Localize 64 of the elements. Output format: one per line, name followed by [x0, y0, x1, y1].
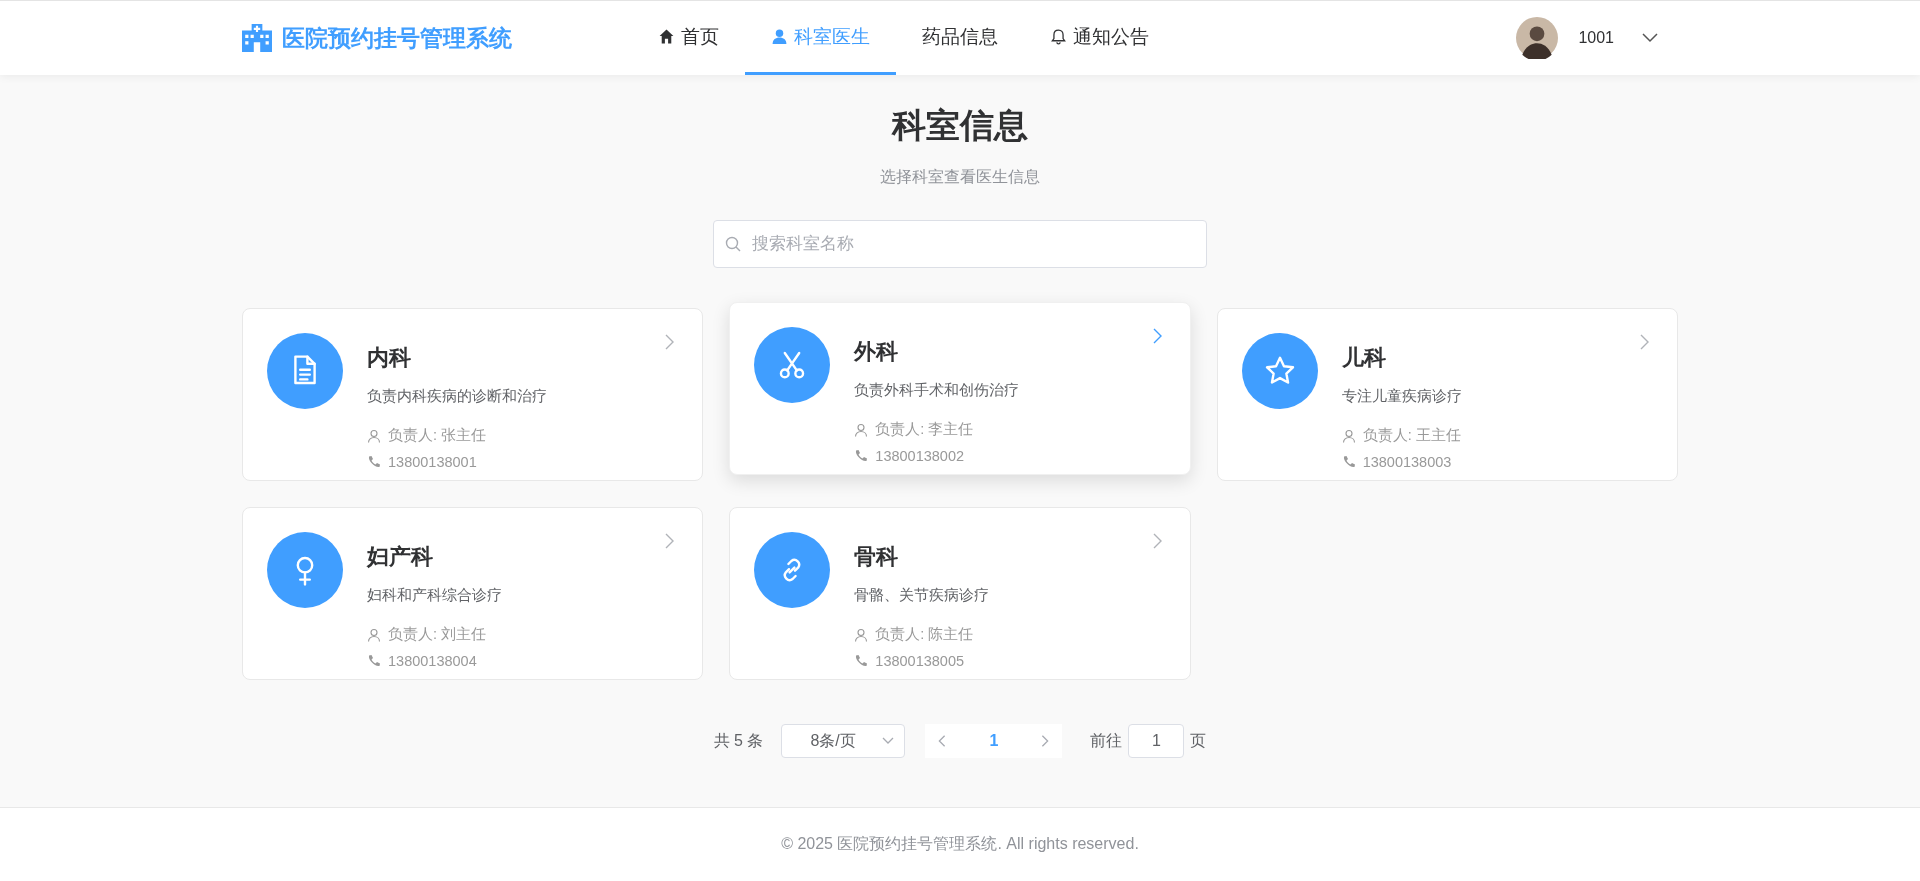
hospital-logo-icon	[242, 24, 272, 52]
chevron-down-icon[interactable]	[1642, 33, 1658, 43]
department-description: 妇科和产科综合诊疗	[367, 586, 502, 605]
previous-page-icon[interactable]	[937, 734, 948, 748]
department-description: 负责外科手术和创伤治疗	[854, 381, 1020, 400]
department-name: 外科	[854, 338, 900, 366]
phone-number: 13800138003	[1362, 454, 1452, 470]
copyright-text: © 2025 医院预约挂号管理系统. All rights reserved.	[781, 834, 1139, 854]
department-name: 儿科	[1341, 344, 1387, 372]
chevron-right-icon[interactable]	[664, 532, 675, 550]
user-name[interactable]: 1001	[1578, 29, 1614, 47]
department-card[interactable]: 骨科 骨骼、关节疾病诊疗 负责人: 陈主任 13800138005	[729, 507, 1191, 680]
person-icon	[854, 422, 869, 437]
phone-icon	[1341, 455, 1356, 469]
person-icon	[367, 627, 381, 642]
department-head: 负责人: 陈主任	[875, 625, 974, 644]
phone-number: 13800138005	[875, 653, 965, 669]
department-description: 负责内科疾病的诊断和治疗	[367, 387, 547, 406]
home-icon	[658, 28, 675, 45]
nav-tab[interactable]: 首页	[632, 1, 745, 75]
bell-icon	[1050, 28, 1067, 45]
department-card[interactable]: 儿科 专注儿童疾病诊疗 负责人: 王主任 13800138003	[1216, 308, 1678, 481]
chevron-down-icon	[882, 737, 895, 745]
next-page-icon[interactable]	[1040, 734, 1051, 748]
page-input[interactable]: 1	[1128, 724, 1185, 758]
total-count: 共 5 条	[713, 730, 764, 751]
person-icon	[367, 428, 381, 443]
brand-title: 医院预约挂号管理系统	[282, 23, 512, 53]
department-description: 骨骼、关节疾病诊疗	[854, 586, 990, 605]
department-card[interactable]: 内科 负责内科疾病的诊断和治疗 负责人: 张主任 13800138001	[242, 308, 704, 481]
avatar[interactable]	[1516, 17, 1559, 59]
search-field[interactable]: 搜索科室名称	[713, 220, 1207, 268]
phone-icon	[854, 654, 869, 668]
chevron-right-icon[interactable]	[1639, 333, 1649, 351]
phone-icon	[854, 449, 869, 463]
nav-tab[interactable]: 通知公告	[1024, 1, 1175, 75]
person-icon	[854, 627, 869, 642]
nav-tab[interactable]: 药品信息	[896, 1, 1024, 75]
department-name: 骨科	[854, 543, 900, 571]
phone-number: 13800138002	[875, 448, 965, 464]
department-head: 负责人: 张主任	[388, 426, 487, 445]
chevron-right-icon[interactable]	[1151, 327, 1162, 345]
page-subtitle: 选择科室查看医生信息	[880, 167, 1040, 187]
goto-label: 前往	[1090, 730, 1123, 751]
department-name: 内科	[367, 344, 412, 372]
department-card[interactable]: 外科 负责外科手术和创伤治疗 负责人: 李主任 13800138002	[729, 302, 1191, 475]
phone-icon	[367, 654, 381, 668]
page-size-select[interactable]: 8条/页	[781, 724, 906, 758]
search-icon	[725, 236, 741, 252]
department-name: 妇产科	[367, 543, 434, 571]
department-head: 负责人: 李主任	[875, 420, 974, 439]
chevron-right-icon[interactable]	[1151, 532, 1162, 550]
phone-number: 13800138004	[388, 653, 477, 669]
department-head: 负责人: 刘主任	[388, 625, 487, 644]
chevron-right-icon[interactable]	[664, 333, 675, 351]
page-suffix: 页	[1190, 730, 1207, 751]
page-title: 科室信息	[892, 105, 1028, 146]
user-icon	[771, 28, 788, 45]
phone-number: 13800138001	[388, 454, 477, 470]
person-icon	[1341, 428, 1356, 443]
department-head: 负责人: 王主任	[1362, 426, 1461, 445]
department-card[interactable]: 妇产科 妇科和产科综合诊疗 负责人: 刘主任 13800138004	[242, 507, 704, 680]
phone-icon	[367, 455, 381, 469]
department-description: 专注儿童疾病诊疗	[1341, 387, 1462, 406]
